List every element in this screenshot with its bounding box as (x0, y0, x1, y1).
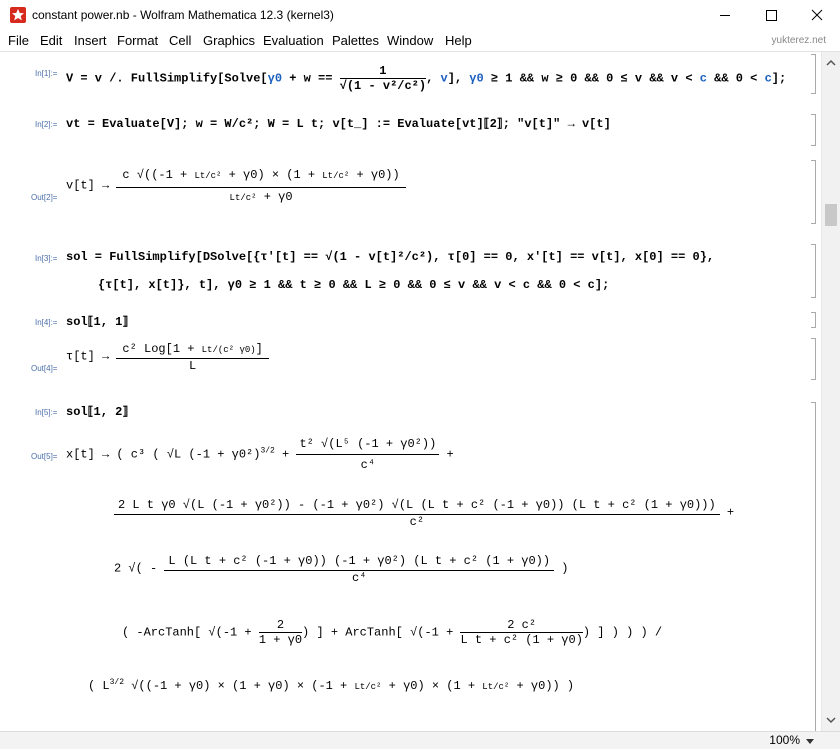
scroll-up-icon[interactable] (826, 58, 836, 68)
out2-expression[interactable]: v[t] → c √((-1 + Lt/c² + γ0) × (1 + Lt/c… (66, 164, 406, 207)
minimize-button[interactable] (702, 0, 748, 31)
in1-label: In[1]:= (35, 69, 58, 78)
out4-label: Out[4]= (31, 364, 58, 373)
in3-label: In[3]:= (35, 254, 58, 263)
cell-bracket[interactable] (811, 160, 816, 224)
in4-code[interactable]: sol⟦1, 1⟧ (66, 314, 128, 329)
out5-term-2[interactable]: 2 L t γ0 √(L (-1 + γ0²)) - (-1 + γ0²) √(… (114, 496, 734, 529)
title-bar: constant power.nb - Wolfram Mathematica … (0, 0, 840, 31)
menu-graphics[interactable]: Graphics (203, 33, 255, 48)
out2-label: Out[2]= (31, 193, 58, 202)
menu-bar: File Edit Insert Format Cell Graphics Ev… (0, 31, 840, 52)
status-bar: 100% (0, 731, 840, 749)
cell-bracket[interactable] (811, 114, 816, 146)
in1-code[interactable]: V = v /. FullSimplify[Solve[γ0 + w == 1 √… (66, 64, 786, 93)
mathematica-logo-icon (10, 7, 26, 23)
menu-file[interactable]: File (8, 33, 29, 48)
cell-bracket[interactable] (811, 244, 816, 298)
out5-label: Out[5]= (31, 452, 58, 461)
out5-expression[interactable]: x[t] → ( c³ ( √L (-1 + γ0²)3/2 + t² √(L⁵… (66, 434, 454, 475)
menu-window[interactable]: Window (387, 33, 433, 48)
close-icon (811, 9, 823, 21)
maximize-icon (766, 10, 777, 21)
cell-bracket[interactable] (811, 402, 816, 731)
in3-code-line1[interactable]: sol = FullSimplify[DSolve[{τ'[t] == √(1 … (66, 250, 714, 264)
out5-denominator[interactable]: ( L3/2 √((-1 + γ0) × (1 + γ0) × (-1 + Lt… (88, 678, 574, 693)
in2-label: In[2]:= (35, 120, 58, 129)
menu-help[interactable]: Help (445, 33, 472, 48)
scroll-thumb[interactable] (825, 204, 837, 226)
in5-label: In[5]:= (35, 408, 58, 417)
minimize-icon (720, 15, 730, 16)
notebook-area[interactable]: In[1]:= V = v /. FullSimplify[Solve[γ0 +… (0, 52, 822, 731)
menu-cell[interactable]: Cell (169, 33, 191, 48)
cell-bracket[interactable] (811, 338, 816, 380)
out5-term-3[interactable]: 2 √( - L (L t + c² (-1 + γ0)) (-1 + γ0²)… (114, 552, 569, 585)
in2-code[interactable]: vt = Evaluate[V]; w = W/c²; W = L t; v[t… (66, 116, 611, 131)
menu-format[interactable]: Format (117, 33, 158, 48)
in5-code[interactable]: sol⟦1, 2⟧ (66, 404, 128, 419)
menu-edit[interactable]: Edit (40, 33, 62, 48)
menu-insert[interactable]: Insert (74, 33, 107, 48)
in4-label: In[4]:= (35, 318, 58, 327)
maximize-button[interactable] (748, 0, 794, 31)
out4-expression[interactable]: τ[t] → c² Log[1 + Lt/(c² γ0)] L (66, 340, 269, 373)
menu-evaluation[interactable]: Evaluation (263, 33, 324, 48)
cell-bracket[interactable] (811, 54, 816, 94)
brand-text: yukterez.net (771, 35, 826, 46)
menu-palettes[interactable]: Palettes (332, 33, 379, 48)
zoom-level[interactable]: 100% (769, 733, 800, 747)
vertical-scrollbar[interactable] (821, 52, 840, 731)
out5-term-4[interactable]: ( -ArcTanh[ √(-1 + 21 + γ0) ] + ArcTanh[… (122, 618, 662, 647)
window-title: constant power.nb - Wolfram Mathematica … (32, 8, 334, 22)
zoom-dropdown-icon[interactable] (806, 737, 814, 745)
in3-code-line2[interactable]: {τ[t], x[t]}, t], γ0 ≥ 1 && t ≥ 0 && L ≥… (98, 278, 609, 292)
scroll-down-icon[interactable] (826, 715, 836, 725)
close-button[interactable] (794, 0, 840, 31)
cell-bracket[interactable] (811, 312, 816, 328)
